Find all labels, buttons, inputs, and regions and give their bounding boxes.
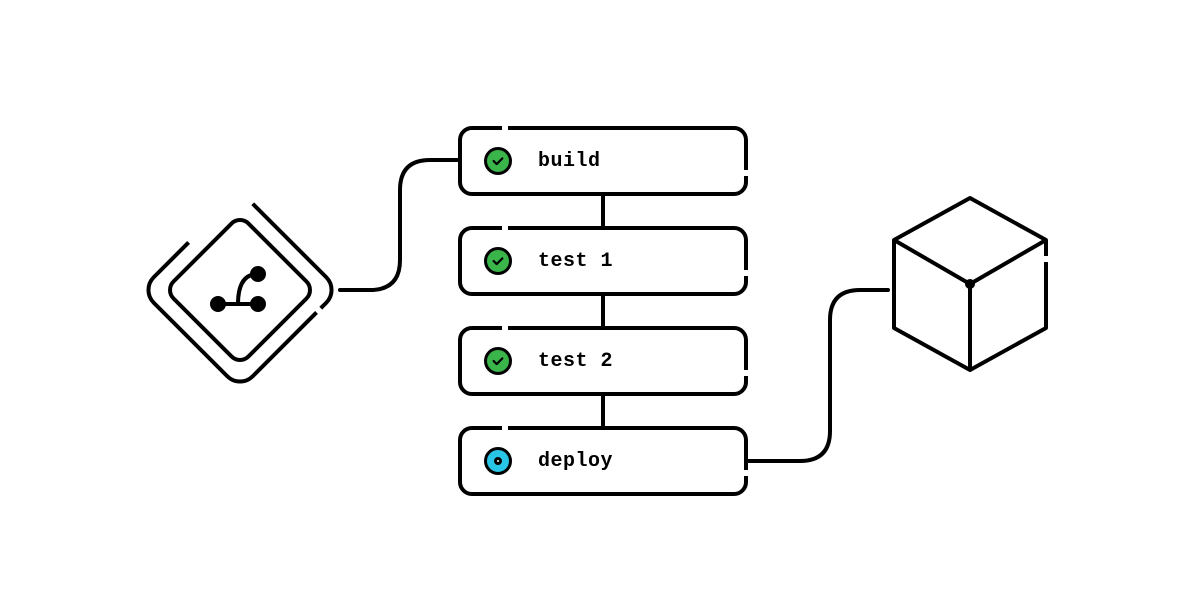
status-success-icon [484, 347, 512, 375]
stage-label: test 1 [538, 250, 613, 273]
stage-label: deploy [538, 450, 613, 473]
stage-test-2: test 2 [458, 326, 748, 396]
status-success-icon [484, 247, 512, 275]
git-branch-icon [212, 268, 264, 310]
source-diamond [141, 191, 339, 389]
stage-test-1: test 1 [458, 226, 748, 296]
stage-build: build [458, 126, 748, 196]
stage-label: build [538, 150, 601, 173]
status-success-icon [484, 147, 512, 175]
pipeline-diagram: build test 1 test 2 deploy [0, 0, 1195, 610]
cube-icon [894, 198, 1046, 370]
status-running-icon [484, 447, 512, 475]
stage-label: test 2 [538, 350, 613, 373]
connector-lines [0, 0, 1195, 610]
stage-deploy: deploy [458, 426, 748, 496]
